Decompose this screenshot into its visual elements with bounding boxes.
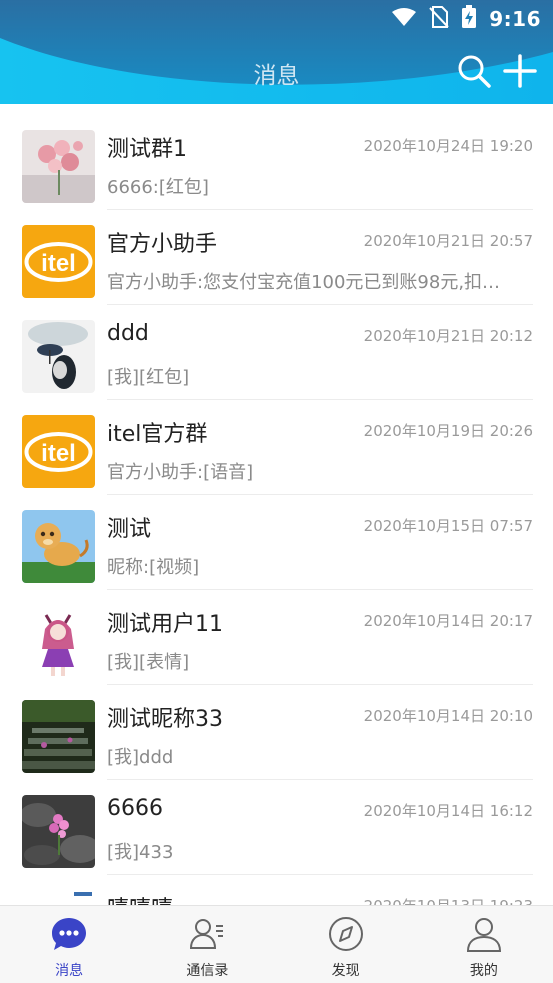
avatar: itel xyxy=(22,225,95,298)
conversation-preview: 6666:[红包] xyxy=(107,177,209,198)
conversation-preview: [我][表情] xyxy=(107,652,190,673)
conversation-content: 测试 2020年10月15日 07:57 昵称:[视频] xyxy=(107,495,533,590)
search-icon xyxy=(458,55,491,88)
conversation-content: 测试群1 2020年10月24日 19:20 6666:[红包] xyxy=(107,115,533,210)
conversation-name: 测试昵称33 xyxy=(107,707,223,732)
conversation-time: 2020年10月14日 20:10 xyxy=(363,707,533,725)
tab-label: 通信录 xyxy=(186,963,229,979)
itel-logo-icon: itel xyxy=(22,225,95,298)
conversation-name: ddd xyxy=(107,321,149,346)
conversation-content: 官方小助手 2020年10月21日 20:57 官方小助手:您支付宝充值100元… xyxy=(107,210,533,305)
avatar xyxy=(22,130,95,203)
conversation-content: 嘻嘻嘻 2020年10月13日 19:23 xyxy=(107,875,533,905)
conversation-content: itel官方群 2020年10月19日 20:26 官方小助手:[语音] xyxy=(107,400,533,495)
app-header: 9:16 消息 xyxy=(0,0,553,104)
tab-label: 我的 xyxy=(469,963,498,979)
conversation-name: 测试群1 xyxy=(107,137,187,162)
header-actions xyxy=(455,52,539,90)
conversation-time: 2020年10月15日 07:57 xyxy=(363,517,533,535)
conversation-time: 2020年10月21日 20:57 xyxy=(363,232,533,250)
conversation-item[interactable]: 测试用户11 2020年10月14日 20:17 [我][表情] xyxy=(0,590,553,685)
avatar xyxy=(22,510,95,583)
tab-label: 消息 xyxy=(55,963,84,979)
svg-text:itel: itel xyxy=(41,440,76,467)
conversation-time: 2020年10月24日 19:20 xyxy=(363,137,533,155)
conversation-content: 6666 2020年10月14日 16:12 [我]433 xyxy=(107,780,533,875)
conversation-time: 2020年10月14日 16:12 xyxy=(363,802,533,820)
conversation-item[interactable]: itel itel官方群 2020年10月19日 20:26 官方小助手:[语音… xyxy=(0,400,553,495)
conversation-content: 测试昵称33 2020年10月14日 20:10 [我]ddd xyxy=(107,685,533,780)
tab-label: 发现 xyxy=(331,963,360,979)
tab-messages[interactable]: 消息 xyxy=(0,906,138,983)
conversation-item[interactable]: 6666 2020年10月14日 16:12 [我]433 xyxy=(0,780,553,875)
avatar xyxy=(22,700,95,773)
conversation-item[interactable]: 测试昵称33 2020年10月14日 20:10 [我]ddd xyxy=(0,685,553,780)
no-sim-icon xyxy=(429,6,449,32)
battery-charging-icon xyxy=(461,5,477,33)
conversation-item[interactable]: itel 官方小助手 2020年10月21日 20:57 官方小助手:您支付宝充… xyxy=(0,210,553,305)
conversation-preview: 官方小助手:您支付宝充值100元已到账98元,扣… xyxy=(107,272,501,293)
conversation-item[interactable]: ddd 2020年10月21日 20:12 [我][红包] xyxy=(0,305,553,400)
avatar xyxy=(22,605,95,678)
conversation-content: 测试用户11 2020年10月14日 20:17 [我][表情] xyxy=(107,590,533,685)
conversation-name: 测试用户11 xyxy=(107,612,223,637)
conversation-item[interactable]: 嘻嘻嘻 2020年10月13日 19:23 xyxy=(0,875,553,905)
svg-text:itel: itel xyxy=(41,250,76,277)
tab-discover[interactable]: 发现 xyxy=(277,906,415,983)
conversation-list: 测试群1 2020年10月24日 19:20 6666:[红包] itel 官方… xyxy=(0,115,553,905)
conversation-name: 官方小助手 xyxy=(107,232,218,257)
avatar xyxy=(22,890,95,905)
conversation-time: 2020年10月21日 20:12 xyxy=(363,327,533,345)
conversation-name: 6666 xyxy=(107,796,163,821)
wifi-icon xyxy=(391,7,417,31)
conversation-preview: 官方小助手:[语音] xyxy=(107,462,254,483)
search-button[interactable] xyxy=(455,52,493,90)
conversation-time: 2020年10月19日 20:26 xyxy=(363,422,533,440)
conversation-preview: [我]ddd xyxy=(107,747,174,768)
avatar xyxy=(22,795,95,868)
conversation-content: ddd 2020年10月21日 20:12 [我][红包] xyxy=(107,305,533,400)
chat-bubble-icon xyxy=(49,914,89,954)
compass-icon xyxy=(326,914,366,954)
conversation-time: 2020年10月14日 20:17 xyxy=(363,612,533,630)
tab-me[interactable]: 我的 xyxy=(415,906,553,983)
conversation-name: itel官方群 xyxy=(107,422,208,447)
conversation-name: 测试 xyxy=(107,517,152,542)
add-button[interactable] xyxy=(501,52,539,90)
status-bar: 9:16 xyxy=(391,4,541,34)
tab-contacts[interactable]: 通信录 xyxy=(138,906,276,983)
profile-icon xyxy=(464,914,504,954)
conversation-preview: [我][红包] xyxy=(107,367,190,388)
conversation-preview: 昵称:[视频] xyxy=(107,557,200,578)
conversation-item[interactable]: 测试群1 2020年10月24日 19:20 6666:[红包] xyxy=(0,115,553,210)
plus-icon xyxy=(503,54,537,88)
contacts-icon xyxy=(187,914,227,954)
status-time: 9:16 xyxy=(489,7,541,31)
conversation-item[interactable]: 测试 2020年10月15日 07:57 昵称:[视频] xyxy=(0,495,553,590)
conversation-preview: [我]433 xyxy=(107,842,174,863)
conversation-name: 嘻嘻嘻 xyxy=(107,891,173,905)
avatar xyxy=(22,320,95,393)
avatar: itel xyxy=(22,415,95,488)
bottom-tab-bar: 消息 通信录 发现 我的 xyxy=(0,905,553,983)
itel-logo-icon: itel xyxy=(22,415,95,488)
conversation-time: 2020年10月13日 19:23 xyxy=(364,895,533,905)
